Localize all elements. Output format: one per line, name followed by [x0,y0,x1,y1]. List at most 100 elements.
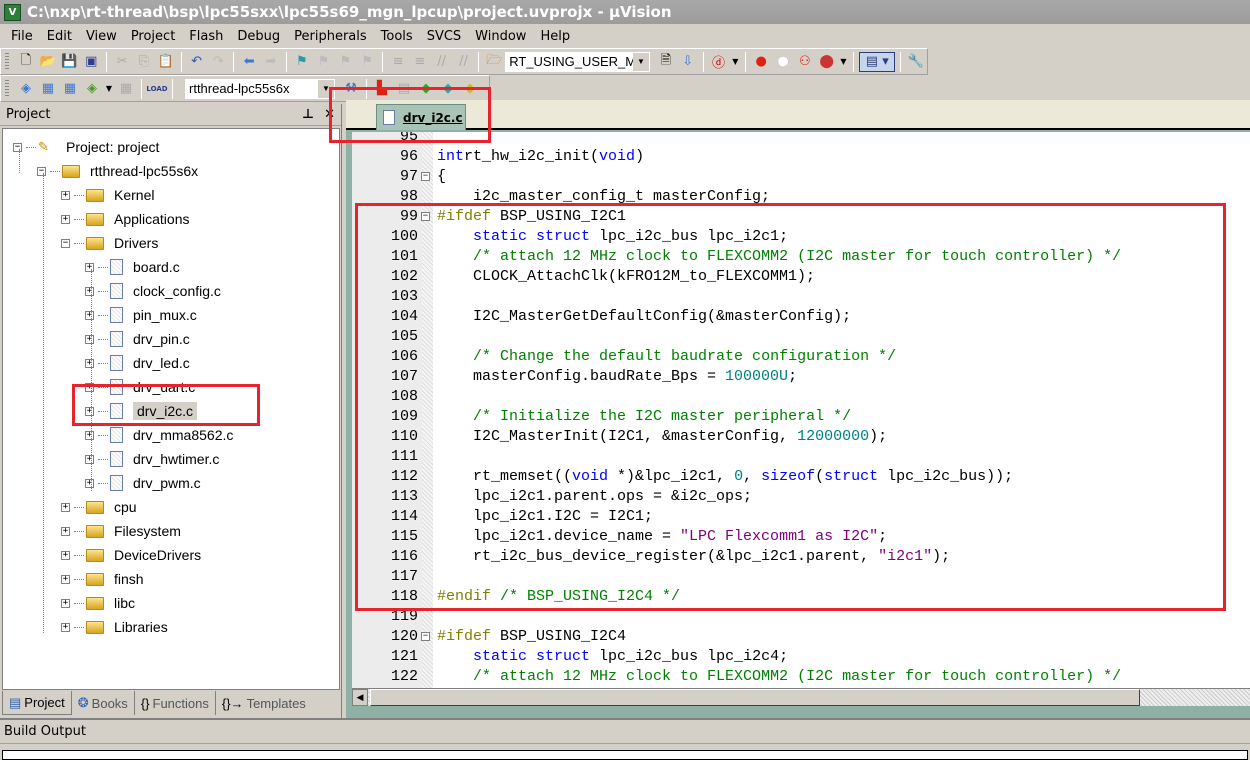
build-icon[interactable]: ▦ [38,79,58,99]
expand-icon[interactable]: + [85,310,94,320]
horizontal-scrollbar[interactable]: ◀ [352,688,1250,706]
expand-icon[interactable]: + [61,574,70,584]
expand-icon[interactable]: + [61,622,70,632]
menu-window[interactable]: Window [468,29,533,44]
event-recorder-icon[interactable]: ◆ [460,79,480,99]
tree-item-file[interactable]: + pin_mux.c [85,305,197,325]
menu-view[interactable]: View [79,29,124,44]
expand-icon[interactable]: + [61,598,70,608]
manage-components-icon[interactable]: ▤ [394,79,414,99]
menu-edit[interactable]: Edit [40,29,79,44]
select-packs-icon[interactable]: ◆ [416,79,436,99]
code-line[interactable]: 116 rt_i2c_bus_device_register(&lpc_i2c1… [352,546,1250,566]
collapse-icon[interactable]: − [37,166,46,176]
debug-session-icon[interactable]: ⓓ [709,52,729,72]
tree-item-file[interactable]: + drv_pin.c [85,329,190,349]
expand-icon[interactable]: + [61,550,70,560]
next-bookmark-icon[interactable]: ⚑ [336,52,356,72]
chevron-down-icon[interactable]: ▼ [318,79,334,98]
expand-icon[interactable]: + [61,214,70,224]
code-line[interactable]: 106 /* Change the default baudrate confi… [352,346,1250,366]
breakpoint-icon[interactable]: ● [751,52,771,72]
tab-project[interactable]: ▤ Project [2,691,72,715]
define-combo[interactable]: RT_USING_USER_MAI ▼ [505,51,650,72]
code-line[interactable]: 96 intrt_hw_i2c_init(void) [352,146,1250,166]
collapse-icon[interactable]: − [13,142,22,152]
code-line[interactable]: 107 masterConfig.baudRate_Bps = 100000U; [352,366,1250,386]
target-options-icon[interactable]: ⚒ [341,79,361,99]
target-combo[interactable]: rtthread-lpc55s6x ▼ [185,78,335,99]
find-icon[interactable]: 🗎 [656,52,676,72]
expand-icon[interactable]: + [85,454,94,464]
tree-item-file[interactable]: + board.c [85,257,180,277]
fold-collapse-icon[interactable]: − [420,626,431,646]
expand-icon[interactable]: + [61,526,70,536]
open-folder-icon[interactable]: 📂 [38,52,58,72]
download-icon[interactable]: LOAD [146,79,167,99]
tree-item-target[interactable]: − rtthread-lpc55s6x [37,161,198,181]
expand-icon[interactable]: + [85,358,94,368]
menu-peripherals[interactable]: Peripherals [287,29,374,44]
pin-icon[interactable]: ⊥ [302,107,314,122]
expand-icon[interactable]: + [85,430,94,440]
code-line[interactable]: 105 [352,326,1250,346]
tree-item-folder[interactable]: + cpu [61,497,137,517]
build-output-area[interactable] [2,750,1248,760]
close-icon[interactable]: ✕ [324,107,335,122]
code-line[interactable]: 95 [352,132,1250,146]
code-line[interactable]: 112 rt_memset((void *)&lpc_i2c1, 0, size… [352,466,1250,486]
batch-build-icon[interactable]: ◈ [82,79,102,99]
menu-svcs[interactable]: SVCS [420,29,468,44]
expand-icon[interactable]: + [85,334,94,344]
menu-file[interactable]: File [4,29,40,44]
code-line[interactable]: 100 static struct lpc_i2c_bus lpc_i2c1; [352,226,1250,246]
fold-collapse-icon[interactable]: − [420,206,431,226]
expand-icon[interactable]: + [61,502,70,512]
code-line[interactable]: 120− #ifdef BSP_USING_I2C4 [352,626,1250,646]
code-line[interactable]: 103 [352,286,1250,306]
stop-build-icon[interactable]: ▦ [116,79,136,99]
code-line[interactable]: 102 CLOCK_AttachClk(kFRO12M_to_FLEXCOMM1… [352,266,1250,286]
chevron-down-icon[interactable]: ▼ [730,52,740,72]
code-line[interactable]: 101 /* attach 12 MHz clock to FLEXCOMM2 … [352,246,1250,266]
nav-back-icon[interactable]: ⬅ [239,52,259,72]
menu-help[interactable]: Help [533,29,577,44]
menu-tools[interactable]: Tools [374,29,420,44]
redo-icon[interactable]: ↷ [208,52,228,72]
prev-bookmark-icon[interactable]: ⚑ [314,52,334,72]
expand-icon[interactable]: + [85,406,94,416]
chevron-down-icon[interactable]: ▼ [632,52,649,71]
chevron-down-icon[interactable]: ▼ [839,52,849,72]
tree-item-folder[interactable]: + libc [61,593,135,613]
kill-breakpoints-icon[interactable]: ⬤ [817,52,837,72]
tree-item-folder[interactable]: − Drivers [61,233,158,253]
code-line[interactable]: 115 lpc_i2c1.device_name = "LPC Flexcomm… [352,526,1250,546]
expand-icon[interactable]: + [61,190,70,200]
tree-item-folder[interactable]: + Filesystem [61,521,181,541]
new-file-icon[interactable]: 🗋 [16,52,36,72]
clear-bookmarks-icon[interactable]: ⚑ [357,52,377,72]
tree-item-folder[interactable]: + Libraries [61,617,168,637]
tree-item-file[interactable]: + drv_hwtimer.c [85,449,219,469]
code-line[interactable]: 98 i2c_master_config_t masterConfig; [352,186,1250,206]
save-icon[interactable]: 💾 [60,52,80,72]
cut-icon[interactable]: ✂ [112,52,132,72]
code-line[interactable]: 99− #ifdef BSP_USING_I2C1 [352,206,1250,226]
code-line[interactable]: 121 static struct lpc_i2c_bus lpc_i2c4; [352,646,1250,666]
translate-icon[interactable]: ◈ [16,79,36,99]
uncomment-icon[interactable]: // [454,52,474,72]
indent-icon[interactable]: ≡ [388,52,408,72]
code-line[interactable]: 110 I2C_MasterInit(I2C1, &masterConfig, … [352,426,1250,446]
editor-tab-drv-i2c[interactable]: drv_i2c.c [376,104,466,130]
expand-icon[interactable]: + [85,382,94,392]
chevron-down-icon[interactable]: ▼ [104,79,114,99]
bookmark-icon[interactable]: ⚑ [292,52,312,72]
tab-functions[interactable]: {} Functions [135,691,216,715]
fold-collapse-icon[interactable]: − [420,166,431,186]
code-editor[interactable]: 95 96 intrt_hw_i2c_init(void) 97−{98 i2c_ma… [352,132,1250,688]
disable-all-breakpoints-icon[interactable]: ⚇ [795,52,815,72]
incremental-find-icon[interactable]: ⇩ [678,52,698,72]
scrollbar-thumb[interactable] [370,689,1140,706]
undo-icon[interactable]: ↶ [187,52,207,72]
find-in-files-icon[interactable]: 🗁 [484,52,504,72]
